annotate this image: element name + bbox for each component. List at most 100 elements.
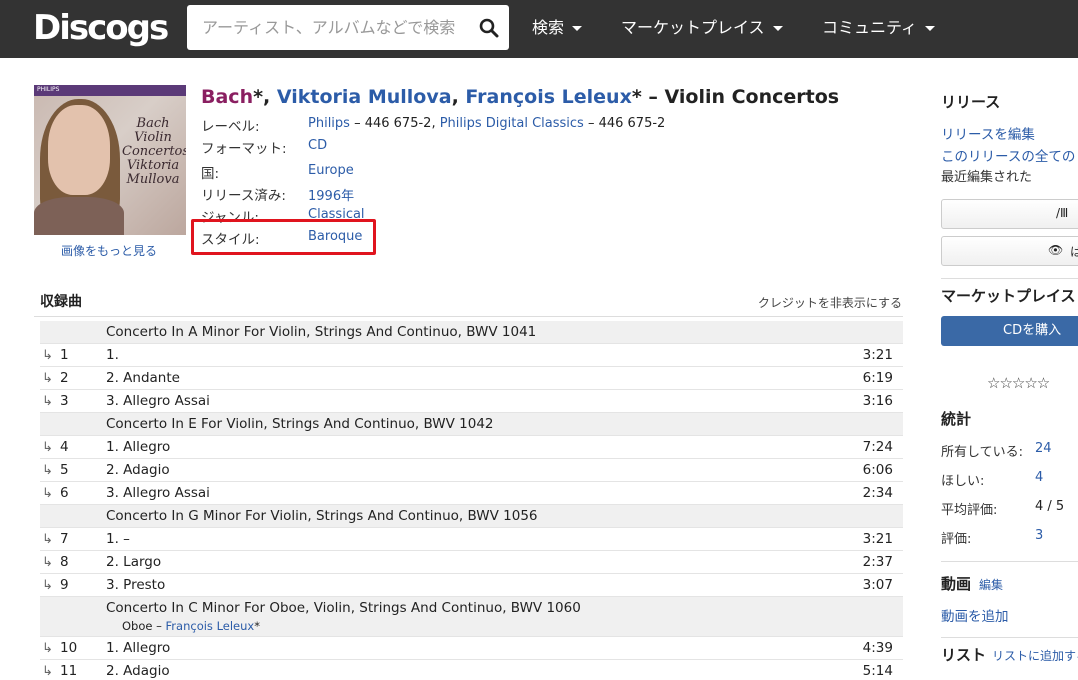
track-heading-title: Concerto In E For Violin, Strings And Co… <box>106 416 494 432</box>
style-highlight-box <box>191 219 376 255</box>
release-cover-image[interactable]: PHILIPS Bach Violin Concertos Viktoria M… <box>34 85 186 235</box>
track-duration: 2:37 <box>862 554 893 570</box>
divider <box>34 316 903 317</box>
nav-search-label: 検索 <box>532 18 565 37</box>
tracklist-title: 収録曲 <box>40 294 82 310</box>
hide-credits-toggle[interactable]: クレジットを非表示にする <box>758 294 902 311</box>
subtrack-arrow-icon: ↳ <box>42 463 53 478</box>
track-duration: 3:21 <box>862 531 893 547</box>
track-title: 2. Andante <box>106 370 180 386</box>
track-title: 1. Allegro <box>106 439 171 455</box>
have-count-link[interactable]: 24 <box>1035 441 1052 456</box>
track-position: 1 <box>60 347 69 363</box>
track-duration: 4:39 <box>862 640 893 656</box>
want-label: ほしい: <box>941 474 985 489</box>
collection-button[interactable]: /Ⅲ <box>941 199 1078 229</box>
divider <box>941 561 1078 562</box>
track-credit: Oboe – François Leleux* <box>122 619 260 633</box>
subtrack-arrow-icon: ↳ <box>42 555 53 570</box>
track-heading-title: Concerto In C Minor For Oboe, Violin, St… <box>106 600 581 616</box>
track-row: ↳ 3 3. Allegro Assai 3:16 <box>40 390 903 413</box>
cover-label-text: PHILIPS <box>37 86 60 93</box>
track-position: 6 <box>60 485 69 501</box>
search-input[interactable] <box>187 5 467 50</box>
track-position: 5 <box>60 462 69 478</box>
track-position: 4 <box>60 439 69 455</box>
track-heading-row: Concerto In E For Violin, Strings And Co… <box>40 413 903 436</box>
top-navbar: Discogs 検索 マーケットプレイス コミュニティ <box>0 0 1078 58</box>
chevron-down-icon <box>772 26 783 31</box>
label-link-philips-digital[interactable]: Philips Digital Classics <box>440 116 584 131</box>
track-duration: 6:06 <box>862 462 893 478</box>
sidebar-release-title: リリース <box>941 93 1001 111</box>
track-duration: 5:14 <box>862 663 893 679</box>
rating-stars[interactable]: ☆☆☆☆☆ <box>987 374 1050 392</box>
credit-artist-link[interactable]: François Leleux <box>166 619 255 633</box>
artist-link-mullova[interactable]: Viktoria Mullova <box>277 86 452 108</box>
want-count-link[interactable]: 4 <box>1035 470 1043 485</box>
artist-link-bach[interactable]: Bach <box>201 86 253 108</box>
track-heading-row: Concerto In A Minor For Violin, Strings … <box>40 321 903 344</box>
track-title: 1. Allegro <box>106 640 171 656</box>
track-row: ↳ 9 3. Presto 3:07 <box>40 574 903 597</box>
track-heading-title: Concerto In A Minor For Violin, Strings … <box>106 324 537 340</box>
track-position: 2 <box>60 370 69 386</box>
add-to-list-link[interactable]: リストに追加する <box>992 649 1078 663</box>
edit-release-link[interactable]: リリースを編集 <box>941 123 1035 143</box>
edit-videos-link[interactable]: 編集 <box>979 578 1003 592</box>
label-link-philips[interactable]: Philips <box>308 116 350 131</box>
search-icon <box>479 18 499 37</box>
ratings-count-link[interactable]: 3 <box>1035 528 1043 543</box>
chevron-down-icon <box>925 26 936 31</box>
track-row: ↳ 5 2. Adagio 6:06 <box>40 459 903 482</box>
lists-title: リストリストに追加する <box>941 644 1078 665</box>
release-title: Bach*, Viktoria Mullova, François Leleux… <box>201 86 840 108</box>
add-video-link[interactable]: 動画を追加 <box>941 605 1009 625</box>
track-row: ↳ 1 1. 3:21 <box>40 344 903 367</box>
sidebar-marketplace-title: マーケットプレイス <box>941 287 1076 305</box>
search-button[interactable] <box>469 5 509 50</box>
discogs-logo[interactable]: Discogs <box>33 8 169 48</box>
nav-marketplace[interactable]: マーケットプレイス <box>621 0 783 58</box>
ratings-label: 評価: <box>941 532 972 547</box>
subtrack-arrow-icon: ↳ <box>42 440 53 455</box>
track-title: 3. Allegro Assai <box>106 393 210 409</box>
track-position: 7 <box>60 531 69 547</box>
subtrack-arrow-icon: ↳ <box>42 532 53 547</box>
track-title: 3. Presto <box>106 577 166 593</box>
tracklist-table: Concerto In A Minor For Violin, Strings … <box>40 321 903 680</box>
track-position: 11 <box>60 663 78 679</box>
nav-community[interactable]: コミュニティ <box>822 0 936 58</box>
last-edited-text: 最近編集された <box>941 170 1033 185</box>
track-heading-row: Concerto In C Minor For Oboe, Violin, St… <box>40 597 903 637</box>
wantlist-button[interactable]: 👁 は <box>941 236 1078 266</box>
search-box <box>187 5 509 50</box>
artist-link-leleux[interactable]: François Leleux <box>465 86 631 108</box>
have-label: 所有している: <box>941 445 1023 460</box>
all-versions-link[interactable]: このリリースの全ての <box>941 145 1075 165</box>
track-title: 1. <box>106 347 119 363</box>
avg-rating-label: 平均評価: <box>941 503 998 518</box>
track-duration: 2:34 <box>862 485 893 501</box>
subtrack-arrow-icon: ↳ <box>42 348 53 363</box>
buy-cd-button[interactable]: CDを購入 <box>941 316 1078 346</box>
videos-title: 動画 編集 <box>941 575 1004 593</box>
cover-title-text: Bach Violin Concertos Viktoria Mullova <box>122 116 186 187</box>
subtrack-arrow-icon: ↳ <box>42 486 53 501</box>
subtrack-arrow-icon: ↳ <box>42 371 53 386</box>
subtrack-arrow-icon: ↳ <box>42 641 53 656</box>
chevron-down-icon <box>572 26 583 31</box>
track-duration: 3:21 <box>862 347 893 363</box>
track-duration: 3:16 <box>862 393 893 409</box>
subtrack-arrow-icon: ↳ <box>42 578 53 593</box>
released-link[interactable]: 1996年 <box>308 185 354 204</box>
track-title: 2. Adagio <box>106 663 170 679</box>
format-link[interactable]: CD <box>308 138 327 153</box>
track-title: 2. Adagio <box>106 462 170 478</box>
subtrack-arrow-icon: ↳ <box>42 394 53 409</box>
track-row: ↳ 8 2. Largo 2:37 <box>40 551 903 574</box>
country-link[interactable]: Europe <box>308 163 354 178</box>
more-images-link[interactable]: 画像をもっと見る <box>61 242 157 259</box>
nav-search[interactable]: 検索 <box>532 0 583 58</box>
track-position: 8 <box>60 554 69 570</box>
